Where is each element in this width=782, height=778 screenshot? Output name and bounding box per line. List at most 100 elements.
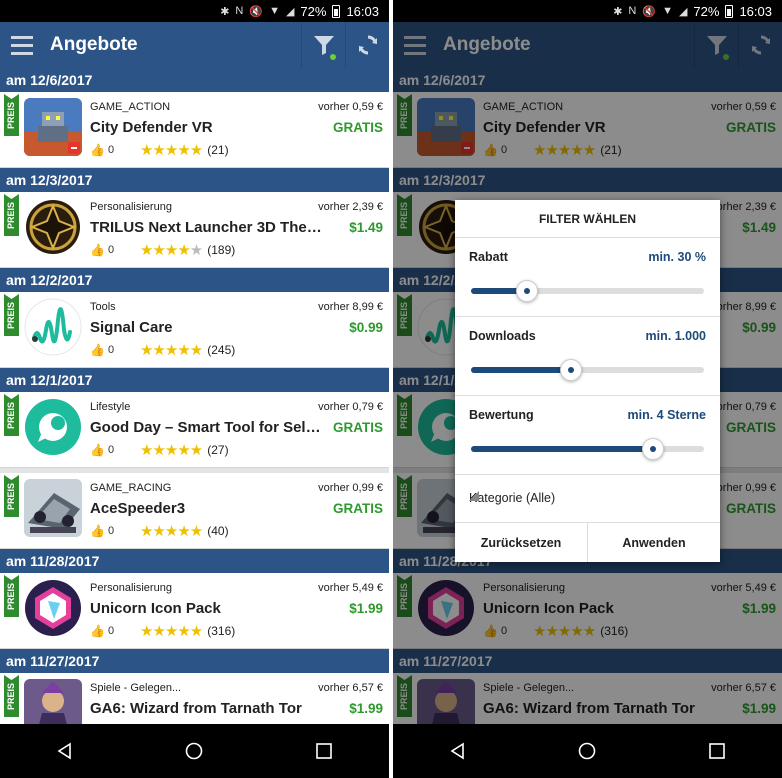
previous-price: vorher 0,99 € (318, 482, 383, 494)
signal-icon: ◢ (285, 5, 295, 18)
android-nav-bar (0, 724, 389, 778)
rating: ★★★★★ (316) (140, 622, 235, 640)
current-price: $0.99 (349, 320, 383, 335)
reset-button[interactable]: Zurücksetzen (455, 523, 587, 562)
slider-fill (471, 367, 572, 373)
app-category: GAME_ACTION (90, 101, 171, 113)
refresh-button[interactable] (345, 22, 389, 68)
back-icon[interactable] (449, 742, 467, 760)
filter-bewertung-value: min. 4 Sterne (627, 408, 707, 422)
review-count: (27) (207, 443, 229, 457)
filter-rabatt-label: Rabatt (469, 250, 508, 264)
hamburger-icon[interactable] (0, 22, 44, 68)
thumbs-up-icon: 👍 (90, 143, 105, 157)
likes[interactable]: 👍0 (90, 443, 114, 457)
star-rating: ★★★★★ (140, 142, 203, 159)
likes[interactable]: 👍0 (90, 343, 114, 357)
category-dropdown[interactable]: Kategorie (Alle) (455, 475, 720, 523)
app-name: Unicorn Icon Pack (90, 600, 221, 617)
review-count: (21) (207, 143, 229, 157)
date-header: am 11/28/2017 (0, 549, 389, 573)
mute-icon: 🔇 (642, 5, 657, 18)
previous-price: vorher 6,57 € (318, 682, 383, 694)
current-price: $1.49 (349, 220, 383, 235)
screenshot-stage: ✱ N 🔇 ▼ ◢ 72% 16:03 Angebote am 12/6/201… (0, 0, 782, 778)
current-price: GRATIS (333, 420, 383, 435)
apply-button[interactable]: Anwenden (587, 523, 720, 562)
home-icon[interactable] (185, 742, 203, 760)
current-price: GRATIS (333, 120, 383, 135)
filter-rabatt-slider[interactable] (471, 280, 704, 302)
app-bar: Angebote (0, 22, 389, 68)
filter-downloads-value: min. 1.000 (645, 329, 706, 343)
previous-price: vorher 8,99 € (318, 301, 383, 313)
app-name: Good Day – Smart Tool for Self I... (90, 419, 325, 436)
back-icon[interactable] (56, 742, 74, 760)
refresh-icon (358, 35, 377, 55)
battery-icon (332, 4, 341, 18)
previous-price: vorher 0,79 € (318, 401, 383, 413)
app-row[interactable]: PREIS Spiele - Gelegen... vorher 6,57 € GA6… (0, 673, 389, 724)
filter-icon (313, 36, 334, 55)
date-header: am 11/27/2017 (0, 649, 389, 673)
likes-count: 0 (107, 625, 115, 637)
home-icon[interactable] (578, 742, 596, 760)
previous-price: vorher 0,59 € (318, 101, 383, 113)
thumbs-up-icon: 👍 (90, 624, 105, 638)
date-header: am 12/6/2017 (0, 68, 389, 92)
wizard-icon (24, 679, 82, 724)
deals-list[interactable]: am 12/6/2017 PREIS GAME_ACTION vorher 0,59 … (0, 68, 389, 724)
likes[interactable]: 👍0 (90, 524, 114, 538)
battery-percent: 72% (300, 3, 327, 19)
filter-bewertung-label: Bewertung (469, 408, 534, 422)
unicorn-hexagon-icon (24, 579, 82, 637)
price-ribbon: PREIS (4, 675, 19, 717)
app-row[interactable]: PREIS GAME_RACING vorher 0,99 € AceSpeeder3… (0, 473, 389, 549)
app-row[interactable]: PREIS Personalisierung vorher 5,49 € Unicor… (0, 573, 389, 649)
filter-downloads-slider[interactable] (471, 359, 704, 381)
price-ribbon: PREIS (4, 94, 19, 136)
bluetooth-icon: ✱ (613, 5, 623, 18)
bluetooth-icon: ✱ (220, 5, 230, 18)
price-ribbon: PREIS (4, 575, 19, 617)
app-name: City Defender VR (90, 119, 213, 136)
battery-percent: 72% (693, 3, 720, 19)
app-category: Spiele - Gelegen... (90, 682, 182, 694)
app-category: Personalisierung (90, 201, 172, 213)
app-row[interactable]: PREIS GAME_ACTION vorher 0,59 € City Defend… (0, 92, 389, 168)
filter-dialog: FILTER WÄHLEN Rabatt min. 30 % Downloads min… (455, 200, 720, 562)
filter-bewertung: Bewertung min. 4 Sterne (455, 396, 720, 475)
status-bar: ✱ N 🔇 ▼ ◢ 72% 16:03 (393, 0, 782, 22)
rating: ★★★★★ (27) (140, 441, 229, 459)
android-nav-bar (393, 724, 782, 778)
likes-count: 0 (107, 344, 115, 356)
likes[interactable]: 👍0 (90, 243, 114, 257)
thumbs-up-icon: 👍 (90, 243, 105, 257)
price-ribbon: PREIS (4, 475, 19, 517)
racing-ship-icon (24, 479, 82, 537)
slider-thumb[interactable] (515, 280, 538, 302)
current-price: $1.99 (349, 601, 383, 616)
signal-icon: ◢ (678, 5, 688, 18)
filter-button[interactable] (301, 22, 345, 68)
slider-thumb[interactable] (560, 359, 583, 381)
app-name: AceSpeeder3 (90, 500, 186, 517)
cross-emblem-icon (24, 198, 82, 256)
wifi-icon: ▼ (269, 5, 280, 17)
star-rating: ★★★★★ (140, 242, 203, 259)
filter-bewertung-slider[interactable] (471, 438, 704, 460)
recents-icon[interactable] (315, 742, 333, 760)
filter-downloads: Downloads min. 1.000 (455, 317, 720, 396)
recents-icon[interactable] (708, 742, 726, 760)
slider-thumb[interactable] (641, 438, 664, 460)
filter-rabatt-value: min. 30 % (648, 250, 706, 264)
current-price: $1.99 (349, 701, 383, 716)
likes-count: 0 (107, 444, 115, 456)
app-row[interactable]: PREIS Lifestyle vorher 0,79 € Good Day – Sm… (0, 392, 389, 468)
likes[interactable]: 👍0 (90, 624, 114, 638)
likes[interactable]: 👍0 (90, 143, 114, 157)
app-row[interactable]: PREIS Personalisierung vorher 2,39 € TRILUS… (0, 192, 389, 268)
likes-count: 0 (107, 144, 115, 156)
app-row[interactable]: PREIS Tools vorher 8,99 € Signal Care $0.99 👍… (0, 292, 389, 368)
app-name: Signal Care (90, 319, 173, 336)
